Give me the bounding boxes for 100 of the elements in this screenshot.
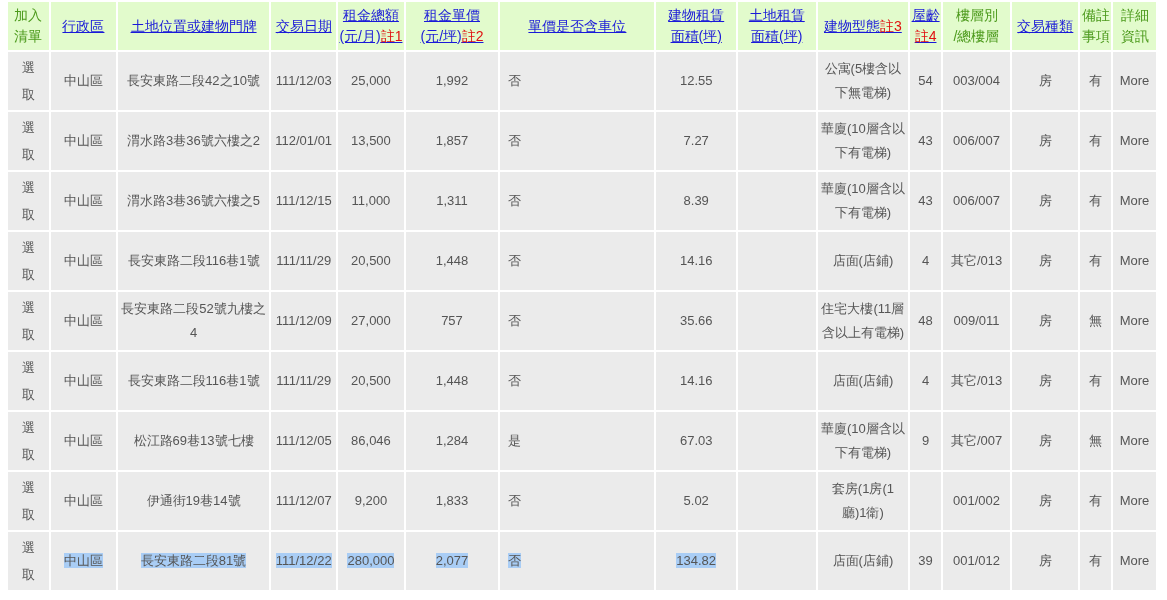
floor-text: 006/007: [953, 133, 1001, 148]
more-link[interactable]: More: [1119, 133, 1150, 148]
address-text: 渭水路3巷36號六樓之5: [127, 193, 260, 208]
floor-text: 006/007: [953, 193, 1001, 208]
building-type-text: 店面(店鋪): [832, 373, 894, 388]
more-link[interactable]: More: [1119, 433, 1150, 448]
unit-price-text: 1,284: [435, 433, 469, 448]
total-rent-text: 11,000: [351, 193, 391, 208]
trade-date-text: 111/12/05: [275, 433, 332, 448]
trade-date-text: 111/12/07: [275, 493, 332, 508]
district-text: 中山區: [63, 73, 103, 88]
remarks-text: 有: [1089, 373, 1103, 388]
building-area-text: 35.66: [679, 313, 713, 328]
remarks-text: 有: [1089, 73, 1103, 88]
district-text: 中山區: [63, 253, 103, 268]
column-header: 備註 事項: [1081, 6, 1110, 46]
more-link[interactable]: More: [1119, 493, 1150, 508]
total-rent-text: 13,500: [351, 133, 391, 148]
trade-date-text: 111/11/29: [276, 373, 332, 388]
address-text: 長安東路二段42之10號: [127, 73, 260, 88]
district-text: 中山區: [63, 373, 103, 388]
parking-included-text: 否: [508, 373, 522, 388]
parking-included-text: 否: [508, 73, 522, 88]
unit-price-text: 1,311: [436, 193, 468, 208]
remarks-text: 有: [1089, 493, 1103, 508]
trade-type-text: 房: [1038, 373, 1052, 388]
trade-date-text: 111/12/03: [275, 73, 332, 88]
trade-type-text: 房: [1038, 433, 1052, 448]
building-area-text: 12.55: [679, 73, 713, 88]
total-rent-text: 86,046: [351, 433, 391, 448]
trade-type-text: 房: [1038, 553, 1052, 568]
floor-text: 001/002: [953, 493, 1001, 508]
floor-text: 009/011: [953, 313, 1000, 328]
address-text: 長安東路二段116巷1號: [127, 373, 260, 388]
floor-text: 其它/007: [950, 433, 1003, 448]
trade-date-text: 112/01/01: [275, 133, 333, 148]
floor-text: 其它/013: [950, 253, 1003, 268]
floor-text: 003/004: [953, 73, 1001, 88]
unit-price-text: 1,857: [435, 133, 469, 148]
building-age-text: 39: [918, 553, 933, 568]
trade-date-text: 111/12/09: [275, 313, 332, 328]
district-text: 中山區: [63, 493, 103, 508]
floor-text: 其它/013: [950, 373, 1003, 388]
building-type-text: 店面(店鋪): [832, 553, 894, 568]
trade-type-text: 房: [1038, 193, 1052, 208]
remarks-text: 有: [1089, 133, 1103, 148]
district-text: 中山區: [63, 553, 103, 568]
total-rent-text: 20,500: [351, 373, 391, 388]
trade-type-text: 房: [1038, 133, 1052, 148]
building-area-text: 14.16: [679, 253, 713, 268]
unit-price-text: 1,992: [435, 73, 469, 88]
parking-included-text: 否: [508, 313, 522, 328]
remarks-text: 無: [1089, 313, 1103, 328]
address-text: 伊通街19巷14號: [146, 493, 241, 508]
building-type-text: 華廈(10層含以下有電梯): [821, 181, 905, 220]
more-link[interactable]: More: [1119, 373, 1150, 388]
more-link[interactable]: More: [1119, 73, 1150, 88]
building-type-text: 店面(店鋪): [832, 253, 894, 268]
total-rent-text: 20,500: [351, 253, 391, 268]
parking-included-text: 否: [508, 553, 522, 568]
remarks-text: 有: [1089, 553, 1103, 568]
remarks-text: 有: [1089, 253, 1103, 268]
building-type-text: 套房(1房(1廳)1衛): [831, 481, 894, 520]
address-text: 長安東路二段81號: [140, 553, 247, 568]
trade-type-text: 房: [1038, 253, 1052, 268]
trade-date-text: 111/11/29: [276, 253, 332, 268]
building-age-text: 43: [918, 133, 933, 148]
total-rent-text: 280,000: [347, 553, 395, 568]
building-area-text: 14.16: [679, 373, 713, 388]
more-link[interactable]: More: [1119, 553, 1150, 568]
column-header: 樓層別 /總樓層: [953, 6, 1000, 46]
address-text: 松江路69巷13號七樓: [133, 433, 254, 448]
trade-date-text: 111/12/22: [275, 553, 332, 568]
building-type-text: 公寓(5樓含以下無電梯): [824, 61, 902, 100]
building-area-text: 8.39: [683, 193, 709, 208]
unit-price-text: 757: [441, 313, 463, 328]
building-area-text: 7.27: [683, 133, 709, 148]
more-link[interactable]: More: [1119, 193, 1150, 208]
building-age-text: 4: [921, 253, 930, 268]
district-text: 中山區: [63, 133, 103, 148]
address-text: 長安東路二段52號九樓之4: [121, 301, 266, 340]
trade-date-text: 111/12/15: [275, 193, 332, 208]
address-text: 渭水路3巷36號六樓之2: [127, 133, 260, 148]
address-text: 長安東路二段116巷1號: [127, 253, 260, 268]
total-rent-text: 25,000: [351, 73, 391, 88]
unit-price-text: 1,448: [435, 253, 469, 268]
unit-price-text: 1,833: [435, 493, 469, 508]
building-type-text: 華廈(10層含以下有電梯): [821, 421, 905, 460]
trade-type-text: 房: [1038, 493, 1052, 508]
total-rent-text: 27,000: [351, 313, 391, 328]
parking-included-text: 否: [508, 133, 522, 148]
parking-included-text: 否: [508, 493, 522, 508]
building-type-text: 華廈(10層含以下有電梯): [821, 121, 905, 160]
more-link[interactable]: More: [1119, 313, 1150, 328]
building-age-text: 43: [918, 193, 933, 208]
unit-price-text: 2,077: [435, 553, 469, 568]
building-age-text: 54: [918, 73, 933, 88]
trade-type-text: 房: [1038, 313, 1052, 328]
more-link[interactable]: More: [1119, 253, 1150, 268]
district-text: 中山區: [63, 433, 103, 448]
